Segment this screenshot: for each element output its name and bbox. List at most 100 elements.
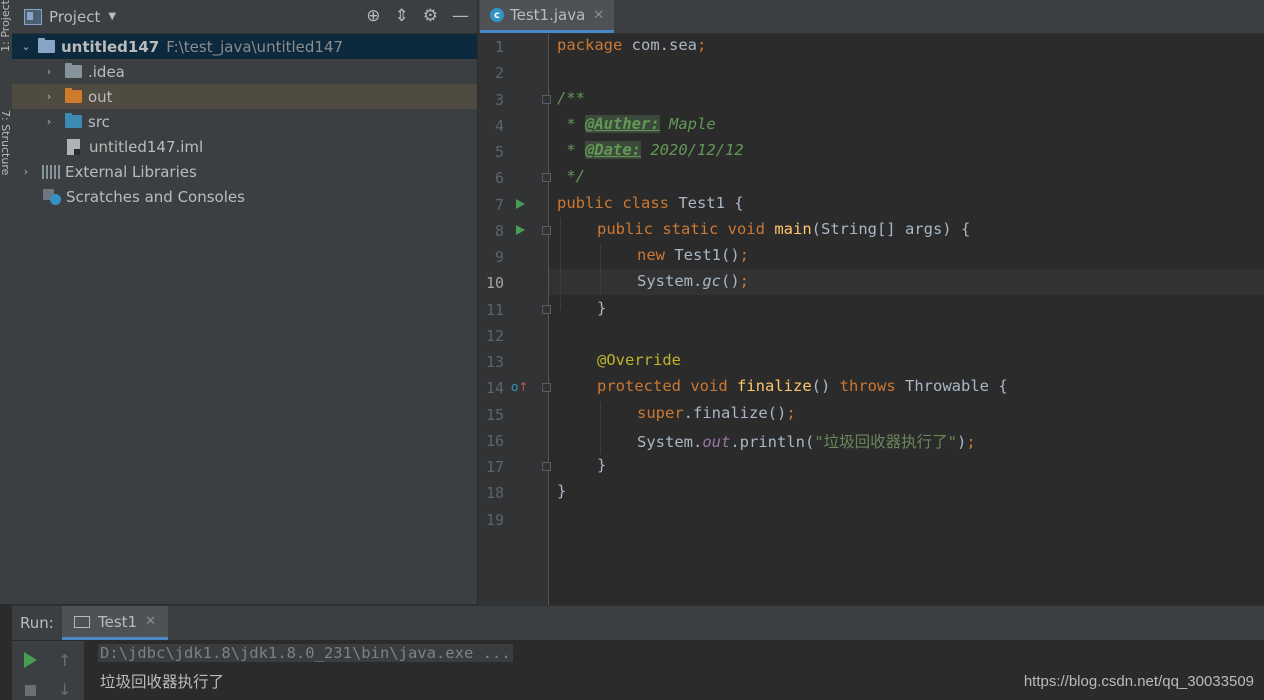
line-number: 15 xyxy=(485,406,504,424)
project-tool-tab[interactable]: 1: Project xyxy=(0,0,12,52)
collapse-all-icon[interactable]: ⇕ xyxy=(395,6,409,26)
line-number: 5 xyxy=(494,143,504,161)
fold-marker-icon[interactable] xyxy=(542,226,551,235)
semicolon: ; xyxy=(966,433,976,451)
tab-test1-java[interactable]: c Test1.java ✕ xyxy=(480,0,615,33)
tab-label: Test1.java xyxy=(510,6,586,24)
comment-text: 2020/12/12 xyxy=(641,141,744,159)
code-text: () xyxy=(721,272,740,290)
console-output-line: 垃圾回收器执行了 xyxy=(100,673,225,691)
project-icon xyxy=(24,8,42,25)
static-method: gc xyxy=(702,272,721,290)
rerun-icon[interactable] xyxy=(24,652,37,668)
tree-item-out[interactable]: › out xyxy=(12,84,477,109)
line-number: 16 xyxy=(485,432,504,450)
fold-marker-icon[interactable] xyxy=(542,95,551,104)
method-name: main xyxy=(774,220,812,238)
line-number: 13 xyxy=(485,353,504,371)
chevron-right-icon[interactable]: › xyxy=(20,165,32,178)
code-text: .println( xyxy=(730,433,815,451)
line-number: 17 xyxy=(485,458,504,476)
project-panel-title: Project xyxy=(49,7,101,26)
close-icon[interactable]: ✕ xyxy=(145,614,156,629)
chevron-right-icon[interactable]: › xyxy=(43,90,55,103)
editor-tab-bar: c Test1.java ✕ xyxy=(478,0,1264,34)
line-number: 18 xyxy=(485,484,504,502)
line-number: 14 xyxy=(485,379,504,397)
hide-icon[interactable]: — xyxy=(452,6,469,26)
javadoc-tag: @Auther: xyxy=(585,115,660,133)
locate-icon[interactable]: ⊕ xyxy=(366,6,380,26)
line-number: 3 xyxy=(494,91,504,109)
line-number-current: 10 xyxy=(485,274,504,292)
indent-guide xyxy=(600,244,601,296)
chevron-right-icon[interactable]: › xyxy=(43,65,55,78)
console-icon xyxy=(74,615,90,628)
fold-marker-icon[interactable] xyxy=(542,305,551,314)
excluded-folder-icon xyxy=(65,88,82,103)
code-text: System. xyxy=(637,433,703,451)
module-folder-icon xyxy=(38,38,55,53)
semicolon: ; xyxy=(786,404,796,422)
line-number: 19 xyxy=(485,511,504,529)
project-panel-header: Project ▼ ⊕ ⇕ ⚙ — xyxy=(12,0,477,34)
run-label: Run: xyxy=(20,614,54,632)
code-text: System. xyxy=(637,272,703,290)
code-line-13: @Override xyxy=(597,351,681,369)
tree-item-label: External Libraries xyxy=(65,162,197,181)
line-number: 4 xyxy=(494,117,504,135)
tree-item-untitled147[interactable]: ⌄ untitled147 F:\test_java\untitled147 xyxy=(12,34,477,59)
semicolon: ; xyxy=(739,246,749,264)
run-main-icon[interactable] xyxy=(516,225,525,235)
line-number: 7 xyxy=(494,196,504,214)
file-icon xyxy=(67,138,80,155)
tree-item-external-libraries[interactable]: › External Libraries xyxy=(12,159,477,184)
arrow-up-icon[interactable]: ↑ xyxy=(58,651,71,670)
code-line-17: } xyxy=(597,456,607,474)
tree-item-label: out xyxy=(88,87,113,106)
stop-icon[interactable] xyxy=(25,685,36,696)
fold-marker-icon[interactable] xyxy=(542,173,551,182)
code-line-14: protected void finalize() throws Throwab… xyxy=(597,377,1008,395)
code-line-6: */ xyxy=(557,167,585,185)
project-view-selector[interactable]: Project ▼ xyxy=(24,8,116,26)
arrow-down-icon[interactable]: ↓ xyxy=(58,680,71,699)
code-text: com.sea xyxy=(622,36,697,54)
line-number: 8 xyxy=(494,222,504,240)
structure-tool-tab[interactable]: 7: Structure xyxy=(0,110,12,175)
tree-item-idea[interactable]: › .idea xyxy=(12,59,477,84)
static-field: out xyxy=(702,433,731,451)
project-tree: ⌄ untitled147 F:\test_java\untitled147 ›… xyxy=(12,34,477,209)
run-panel-header: Run: Test1 ✕ xyxy=(12,606,1264,640)
gutter-separator xyxy=(548,34,549,605)
close-icon[interactable]: ✕ xyxy=(593,8,604,23)
run-tab-label: Test1 xyxy=(98,612,138,631)
line-number: 12 xyxy=(485,327,504,345)
run-tab-test1[interactable]: Test1 ✕ xyxy=(62,606,168,640)
override-method-icon[interactable]: o↑ xyxy=(511,380,528,394)
run-class-icon[interactable] xyxy=(516,199,525,209)
chevron-right-icon[interactable]: › xyxy=(43,115,55,128)
comment-text: * xyxy=(557,141,585,159)
code-line-15: super.finalize(); xyxy=(637,404,796,422)
chevron-down-icon[interactable]: ⌄ xyxy=(20,40,32,53)
indent-guide xyxy=(560,218,561,310)
line-number: 11 xyxy=(485,301,504,319)
line-number: 6 xyxy=(494,169,504,187)
code-line-3: /** xyxy=(557,89,585,107)
line-number: 1 xyxy=(494,38,504,56)
console-command-line[interactable]: D:\jdbc\jdk1.8\jdk1.8.0_231\bin\java.exe… xyxy=(98,644,513,662)
fold-marker-icon[interactable] xyxy=(542,462,551,471)
code-text: Test1 { xyxy=(668,194,744,212)
gear-icon[interactable]: ⚙ xyxy=(423,6,438,26)
tree-item-iml[interactable]: untitled147.iml xyxy=(12,134,477,159)
code-line-9: new Test1(); xyxy=(637,246,749,264)
tree-item-src[interactable]: › src xyxy=(12,109,477,134)
fold-marker-icon[interactable] xyxy=(542,383,551,392)
code-line-11: } xyxy=(597,299,607,317)
tree-item-scratches[interactable]: Scratches and Consoles xyxy=(12,184,477,209)
keyword: public class xyxy=(557,194,669,212)
code-line-10: System.gc(); xyxy=(637,272,749,290)
run-panel: Run: Test1 ✕ ↑ ↓ D:\jdbc\jdk1.8\jdk1.8.0… xyxy=(12,605,1264,700)
keyword: throws xyxy=(839,377,896,395)
